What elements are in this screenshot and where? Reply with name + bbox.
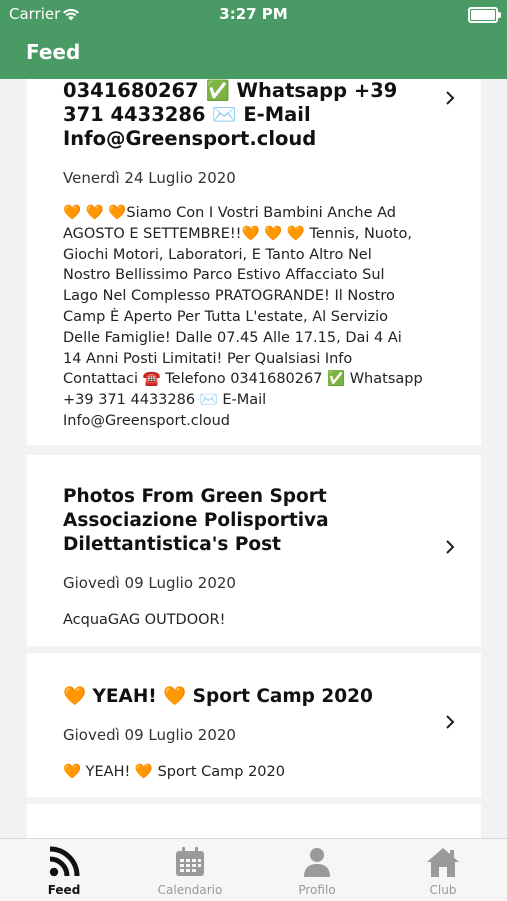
chevron-right-icon: [443, 91, 457, 105]
feed-card-date: Giovedì 09 Luglio 2020: [63, 574, 236, 592]
feed-card-title: 0341680267 ✅ Whatsapp +39 371 4433286 ✉️…: [63, 79, 398, 150]
page-title: Feed: [26, 40, 81, 64]
battery-icon: [468, 7, 501, 23]
feed-card[interactable]: 🧡 YEAH! 🧡 Sport Camp 2020 Giovedì 09 Lug…: [27, 653, 481, 797]
status-bar: Carrier 3:27 PM: [0, 0, 507, 28]
feed-card-date: Venerdì 24 Luglio 2020: [63, 169, 236, 187]
person-icon: [301, 846, 333, 882]
tab-label: Profilo: [298, 883, 336, 897]
feed-card-title: Photos From Green Sport Associazione Pol…: [63, 486, 329, 555]
chevron-right-icon: [443, 715, 457, 729]
chevron-right-icon: [443, 540, 457, 554]
app-header: Carrier 3:27 PM Feed: [0, 0, 507, 79]
feed-card[interactable]: Photos From Green Sport Associazione Pol…: [27, 455, 481, 646]
feed-card-date: Giovedì 09 Luglio 2020: [63, 726, 236, 744]
tab-calendario[interactable]: Calendario: [135, 839, 245, 901]
feed-card-body: 🧡 YEAH! 🧡 Sport Camp 2020: [63, 764, 285, 780]
home-icon: [426, 846, 460, 882]
rss-feed-icon: [48, 846, 80, 882]
feed-list[interactable]: 0341680267 ✅ Whatsapp +39 371 4433286 ✉️…: [0, 79, 507, 838]
calendar-icon: [174, 846, 206, 882]
tab-label: Calendario: [157, 883, 223, 897]
clock: 3:27 PM: [219, 5, 288, 23]
tab-club[interactable]: Club: [388, 839, 498, 901]
feed-card-body: 🧡 🧡 🧡Siamo Con I Vostri Bambini Anche Ad…: [63, 205, 423, 429]
feed-card[interactable]: [27, 804, 481, 838]
tab-label: Feed: [47, 883, 81, 897]
feed-card[interactable]: 0341680267 ✅ Whatsapp +39 371 4433286 ✉️…: [27, 79, 481, 445]
feed-card-title: 🧡 YEAH! 🧡 Sport Camp 2020: [63, 686, 373, 707]
tab-bar: Feed Calendario Profilo Club: [0, 838, 507, 901]
tab-label: Club: [429, 883, 457, 897]
tab-feed[interactable]: Feed: [9, 839, 119, 901]
tab-profilo[interactable]: Profilo: [262, 839, 372, 901]
feed-card-body: AcquaGAG OUTDOOR!: [63, 612, 226, 628]
